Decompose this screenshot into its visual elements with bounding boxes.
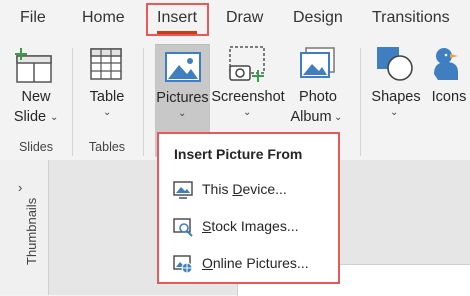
icons-label: Icons (431, 89, 467, 105)
menu-item-label: This Device... (202, 181, 287, 197)
chevron-down-icon: ⌄ (390, 107, 399, 118)
dropdown-title: Insert Picture From (174, 146, 303, 162)
menu-item-this-device[interactable]: This Device... (169, 176, 334, 204)
chevron-down-icon: ⌄ (50, 112, 59, 123)
tab-file[interactable]: File (20, 8, 46, 28)
photo-album-label-1: Photo (299, 89, 337, 105)
new-slide-label-1: New (21, 89, 51, 105)
icons-icon (434, 48, 458, 80)
menu-item-stock-images[interactable]: Stock Images... (169, 213, 334, 241)
chevron-down-icon: ⌄ (178, 108, 187, 119)
pictures-label: Pictures (156, 90, 209, 106)
insert-picture-dropdown: Insert Picture From This Device... Stock… (157, 132, 340, 284)
tab-insert[interactable]: Insert (157, 8, 197, 28)
ribbon-tabs: File Home Insert Draw Design Transitions (0, 0, 470, 38)
menu-item-label: Online Pictures... (202, 255, 309, 271)
new-slide-icon (15, 48, 52, 83)
group-divider (72, 48, 73, 156)
stock-images-icon (173, 218, 193, 237)
table-label: Table (89, 89, 125, 105)
pictures-icon (165, 52, 201, 82)
shapes-icon (377, 47, 413, 81)
screenshot-icon (229, 46, 265, 82)
chevron-down-icon: ⌄ (334, 112, 343, 123)
screenshot-label: Screenshot (211, 89, 285, 105)
online-pictures-icon (173, 255, 193, 274)
tab-transitions[interactable]: Transitions (372, 8, 450, 28)
chevron-down-icon: ⌄ (243, 107, 252, 118)
shapes-label: Shapes (371, 89, 421, 105)
tab-home[interactable]: Home (82, 8, 125, 28)
new-slide-label-2: Slide (13, 109, 47, 125)
group-label-slides: Slides (18, 140, 54, 154)
thumbnails-label: Thumbnails (24, 197, 39, 265)
tab-draw[interactable]: Draw (226, 8, 263, 28)
group-divider (360, 48, 361, 156)
group-divider (143, 48, 144, 156)
table-icon (90, 48, 122, 80)
photo-album-icon (300, 47, 335, 78)
tab-design[interactable]: Design (293, 8, 343, 28)
chevron-down-icon: ⌄ (103, 107, 112, 118)
menu-item-online-pictures[interactable]: Online Pictures... (169, 250, 334, 278)
group-label-tables: Tables (88, 140, 126, 154)
this-device-icon (173, 181, 193, 199)
photo-album-label-2: Album (290, 109, 332, 125)
active-tab-indicator (157, 31, 197, 34)
menu-item-label: Stock Images... (202, 218, 299, 234)
chevron-right-icon[interactable]: › (18, 180, 22, 195)
